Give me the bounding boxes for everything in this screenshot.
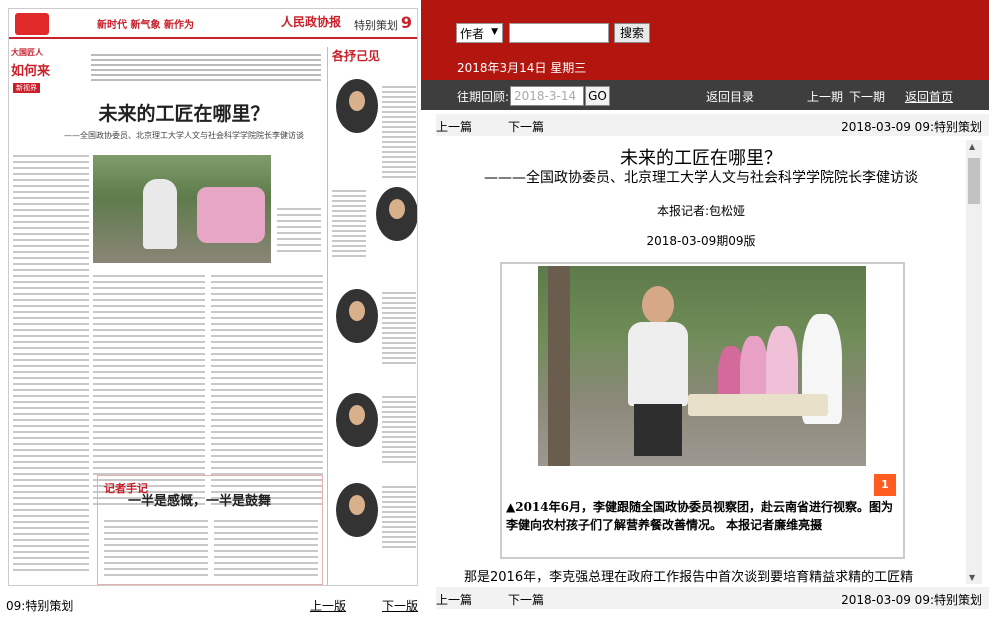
article-nav-bottom: 上一篇 下一篇 2018-03-09 09:特别策划 <box>436 587 989 609</box>
avatar <box>336 79 378 133</box>
photo-caption: ▲2014年6月，李健跟随全国政协委员视察团，赴云南省进行视察。图为李健向农村孩… <box>506 500 893 532</box>
article-date-section: 2018-03-09 09:特别策划 <box>841 593 982 607</box>
dropdown-arrow-icon: ▼ <box>491 27 498 37</box>
scan-photo-caption <box>277 204 321 256</box>
scan-sidebar-head: 各抒己见 <box>332 49 381 63</box>
current-date: 2018年3月14日 星期三 <box>457 61 587 75</box>
scan-masthead: 新时代 新气象 新作为 人民政协报 特别策划 9 <box>9 9 417 39</box>
scan-section: 特别策划 <box>354 19 398 32</box>
article-reporter: 本报记者:包松娅 <box>656 204 746 218</box>
prev-article-link[interactable]: 上一篇 <box>436 591 472 608</box>
next-page-link[interactable]: 下一版 <box>382 597 418 614</box>
prev-article-link[interactable]: 上一篇 <box>436 118 472 135</box>
article-content[interactable]: 未来的工匠在哪里？ ———全国政协委员、北京理工大学人文与社会科学学院院长李健访… <box>436 140 966 584</box>
go-button[interactable]: GO <box>585 86 610 106</box>
scroll-up-icon[interactable]: ▲ <box>969 142 975 151</box>
scan-text-column <box>211 271 323 509</box>
scan-paper-name: 人民政协报 <box>281 15 342 29</box>
next-article-link[interactable]: 下一篇 <box>508 591 544 608</box>
article-paragraph: 那是2016年，李克强总理在政府工作报告中首次谈到要培育精益求精的工匠精 <box>464 570 914 584</box>
scan-page-number: 9 <box>400 13 412 32</box>
content-scrollbar[interactable]: ▲ ▼ <box>966 140 982 584</box>
scan-tag-small: 新视界 <box>13 83 40 93</box>
scan-text-column <box>13 151 89 575</box>
search-type-value: 作者 <box>460 27 485 41</box>
page-scan-panel: 新时代 新气象 新作为 人民政协报 特别策划 9 大国匠人 如何来 新视界 未来… <box>0 0 421 622</box>
scan-subtitle: ——全国政协委员、北京理工大学人文与社会科学学院院长李健访谈 <box>64 131 304 140</box>
prev-issue-link[interactable]: 上一期 <box>807 88 843 105</box>
back-to-catalog-link[interactable]: 返回目录 <box>706 88 754 105</box>
scroll-down-icon[interactable]: ▼ <box>969 573 975 582</box>
scan-slogan: 新时代 新气象 新作为 <box>97 20 194 31</box>
search-button[interactable]: 搜索 <box>614 23 650 43</box>
footer-section: 09:特别策划 <box>6 599 74 613</box>
search-type-select[interactable]: 作者 ▼ <box>456 23 503 43</box>
past-issues-label: 往期回顾: <box>457 90 510 104</box>
next-article-link[interactable]: 下一篇 <box>508 118 544 135</box>
scan-text-column <box>93 271 205 509</box>
scan-column-tag: 大国匠人 如何来 新视界 <box>9 47 81 97</box>
newspaper-page-scan[interactable]: 新时代 新气象 新作为 人民政协报 特别策划 9 大国匠人 如何来 新视界 未来… <box>8 8 418 586</box>
scan-intro-text <box>91 51 321 89</box>
article-photo[interactable] <box>538 266 866 466</box>
article-issue-date: 2018-03-09期09版 <box>646 234 756 248</box>
search-input[interactable] <box>509 23 609 43</box>
scan-photo <box>93 155 271 263</box>
scan-sidebar: 各抒己见 <box>327 47 417 585</box>
article-nav-top: 上一篇 下一篇 2018-03-09 09:特别策划 <box>436 114 989 136</box>
article-subtitle: ———全国政协委员、北京理工大学人文与社会科学学院院长李健访谈 <box>484 170 918 186</box>
next-issue-link[interactable]: 下一期 <box>849 88 885 105</box>
back-home-link[interactable]: 返回首页 <box>905 88 953 105</box>
photo-number-badge[interactable]: 1 <box>874 474 896 496</box>
avatar <box>336 483 378 537</box>
article-date-section: 2018-03-09 09:特别策划 <box>841 120 982 134</box>
scan-notes-title: 一半是感慨，一半是鼓舞 <box>128 494 272 509</box>
avatar <box>376 187 417 241</box>
article-figure: 1 ▲2014年6月，李健跟随全国政协委员视察团，赴云南省进行视察。图为李健向农… <box>500 262 905 559</box>
issue-navbar: 往期回顾: 2018-3-14 GO 返回目录 上一期 下一期 返回首页 <box>421 80 989 110</box>
avatar <box>336 289 378 343</box>
scan-notes-box: 记者手记 一半是感慨，一半是鼓舞 <box>97 475 323 585</box>
avatar <box>336 393 378 447</box>
emblem-icon <box>15 13 49 35</box>
issue-date-input[interactable]: 2018-3-14 <box>510 86 584 106</box>
scan-title: 未来的工匠在哪里？ <box>98 103 270 125</box>
scrollbar-thumb[interactable] <box>968 158 980 204</box>
scan-tag-main: 如何来 <box>11 64 51 79</box>
page-footer: 09:特别策划 上一版 下一版 <box>0 592 421 622</box>
prev-page-link[interactable]: 上一版 <box>310 597 346 614</box>
scan-tag-top: 大国匠人 <box>11 48 43 57</box>
